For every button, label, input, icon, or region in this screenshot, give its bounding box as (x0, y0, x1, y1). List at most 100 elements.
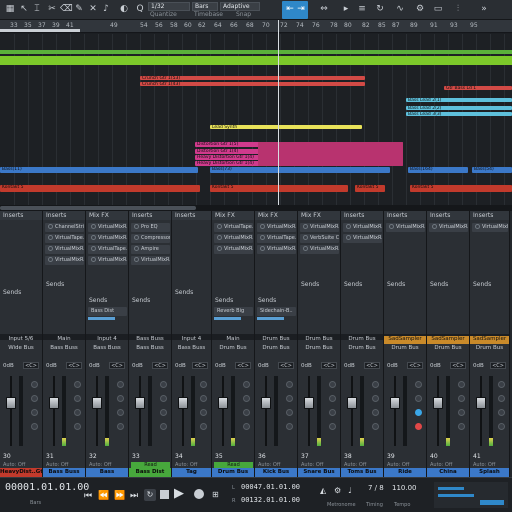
power-icon[interactable] (303, 235, 308, 240)
power-icon[interactable] (48, 246, 53, 251)
fader-handle[interactable] (178, 397, 188, 409)
power-icon[interactable] (303, 246, 308, 251)
mute-button[interactable] (160, 395, 167, 402)
channel-name[interactable]: Tag (172, 468, 211, 477)
grid-icon[interactable]: ▦ (4, 3, 16, 15)
insert-slot[interactable]: VirtualTape.. (257, 234, 296, 243)
power-icon[interactable] (217, 235, 222, 240)
metronome-icon[interactable]: ◭ (320, 486, 326, 495)
playhead[interactable] (278, 20, 279, 206)
clip-dist-body[interactable] (258, 142, 403, 166)
inserts-header[interactable]: Inserts (129, 211, 171, 220)
volume-readout[interactable]: 0dB (3, 363, 14, 369)
sends-label[interactable]: Sends (3, 289, 21, 296)
solo-button[interactable] (74, 381, 81, 388)
channel-name[interactable]: Bass (86, 468, 128, 477)
power-icon[interactable] (134, 224, 139, 229)
input-select[interactable]: Drum Bus (298, 336, 340, 342)
pan-control[interactable]: <C> (192, 362, 208, 369)
solo-button[interactable] (415, 381, 422, 388)
output-select[interactable]: Drum Bus (341, 345, 383, 351)
arrow-tool-icon[interactable]: ↖ (18, 3, 30, 15)
insert-slot[interactable]: VirtualMixR.. (88, 234, 127, 243)
snap-select[interactable]: Adaptive (220, 2, 260, 11)
power-icon[interactable] (91, 235, 96, 240)
insert-slot[interactable]: Compressor (131, 234, 170, 243)
input-select[interactable]: Main (212, 336, 254, 342)
tempo-value[interactable]: 110.00 (392, 484, 417, 492)
quantize-icon[interactable]: Q (134, 3, 146, 15)
insert-slot[interactable]: VirtualMixR.. (214, 234, 253, 243)
fader-handle[interactable] (6, 397, 16, 409)
sliders-icon[interactable]: ⫶ (452, 3, 464, 15)
volume-readout[interactable]: 0dB (344, 363, 355, 369)
output-select[interactable]: Bass Buss (43, 345, 85, 351)
input-select[interactable]: SadSampler (427, 336, 469, 344)
solo-button[interactable] (372, 381, 379, 388)
input-select[interactable]: SadSampler (384, 336, 426, 344)
insert-slot[interactable]: ChannelStrip (45, 223, 84, 232)
record-arm-button[interactable] (117, 423, 124, 430)
clip-lead[interactable]: Lead Synth (210, 125, 362, 129)
clip-lime-long[interactable] (0, 56, 512, 65)
power-icon[interactable] (91, 224, 96, 229)
record-arm-button[interactable] (160, 423, 167, 430)
solo-button[interactable] (458, 381, 465, 388)
power-icon[interactable] (475, 224, 480, 229)
input-select[interactable]: Input 4 (172, 336, 211, 342)
inserts-header[interactable]: Inserts (427, 211, 469, 220)
mixfx-header[interactable]: Mix FX (86, 211, 128, 220)
insert-slot[interactable]: VirtualMixR.. (88, 223, 127, 232)
pan-control[interactable]: <C> (278, 362, 294, 369)
clip-green-long[interactable] (0, 50, 512, 54)
solo-button[interactable] (286, 381, 293, 388)
insert-slot[interactable]: VirtualMixR.. (45, 245, 84, 254)
insert-slot[interactable]: VirtualTape.. (45, 234, 84, 243)
power-icon[interactable] (48, 224, 53, 229)
pencil-tool-icon[interactable]: ✎ (73, 3, 85, 15)
input-select[interactable]: Drum Bus (341, 336, 383, 342)
fader-track[interactable] (265, 376, 267, 446)
clip-bass[interactable]: Bass(11) (0, 167, 198, 173)
insert-slot[interactable]: VirtualMixR.. (343, 223, 382, 232)
follow-icon[interactable]: ▸ (340, 3, 352, 15)
input-select[interactable]: Input 4 (86, 336, 128, 342)
monitor-button[interactable] (415, 409, 422, 416)
record-arm-button[interactable] (200, 423, 207, 430)
split-tool-icon[interactable]: ✂ (46, 3, 58, 15)
solo-button[interactable] (160, 381, 167, 388)
volume-readout[interactable]: 0dB (132, 363, 143, 369)
clip-crunch-2[interactable]: Crunch Gtr 1(43) (140, 82, 365, 86)
channel-name[interactable]: HeavyDist..Gtr2 (0, 468, 42, 477)
mute-button[interactable] (498, 395, 505, 402)
power-icon[interactable] (91, 257, 96, 262)
monitor-button[interactable] (286, 409, 293, 416)
send-level-bar[interactable] (257, 317, 284, 320)
monitor-button[interactable] (200, 409, 207, 416)
record-arm-button[interactable] (31, 423, 38, 430)
input-select[interactable]: Input 5/6 (0, 336, 42, 342)
pan-control[interactable]: <C> (23, 362, 39, 369)
fader-handle[interactable] (218, 397, 228, 409)
power-icon[interactable] (303, 224, 308, 229)
bend-tool-icon[interactable]: ♪ (100, 3, 112, 15)
monitor-button[interactable] (31, 409, 38, 416)
sends-label[interactable]: Sends (46, 281, 64, 288)
mixfx-header[interactable]: Mix FX (212, 211, 254, 220)
volume-readout[interactable]: 0dB (473, 363, 484, 369)
inserts-header[interactable]: Inserts (0, 211, 42, 220)
volume-readout[interactable]: 0dB (215, 363, 226, 369)
power-icon[interactable] (48, 235, 53, 240)
precount-icon[interactable]: ♩ (348, 486, 352, 495)
fast-forward-icon[interactable]: ⏩ (114, 491, 125, 501)
clip-bass[interactable]: Bass(164) (408, 167, 468, 173)
fader-track[interactable] (437, 376, 439, 446)
inserts-header[interactable]: Inserts (43, 211, 85, 220)
monitor-button[interactable] (329, 409, 336, 416)
send-slot[interactable]: Reverb Big (214, 307, 253, 316)
insert-slot[interactable]: VirtualMixR.. (343, 234, 382, 243)
timing-value[interactable]: 7 / 8 (368, 484, 384, 492)
input-select[interactable]: Bass Buss (129, 336, 171, 342)
power-icon[interactable] (217, 224, 222, 229)
volume-readout[interactable]: 0dB (301, 363, 312, 369)
